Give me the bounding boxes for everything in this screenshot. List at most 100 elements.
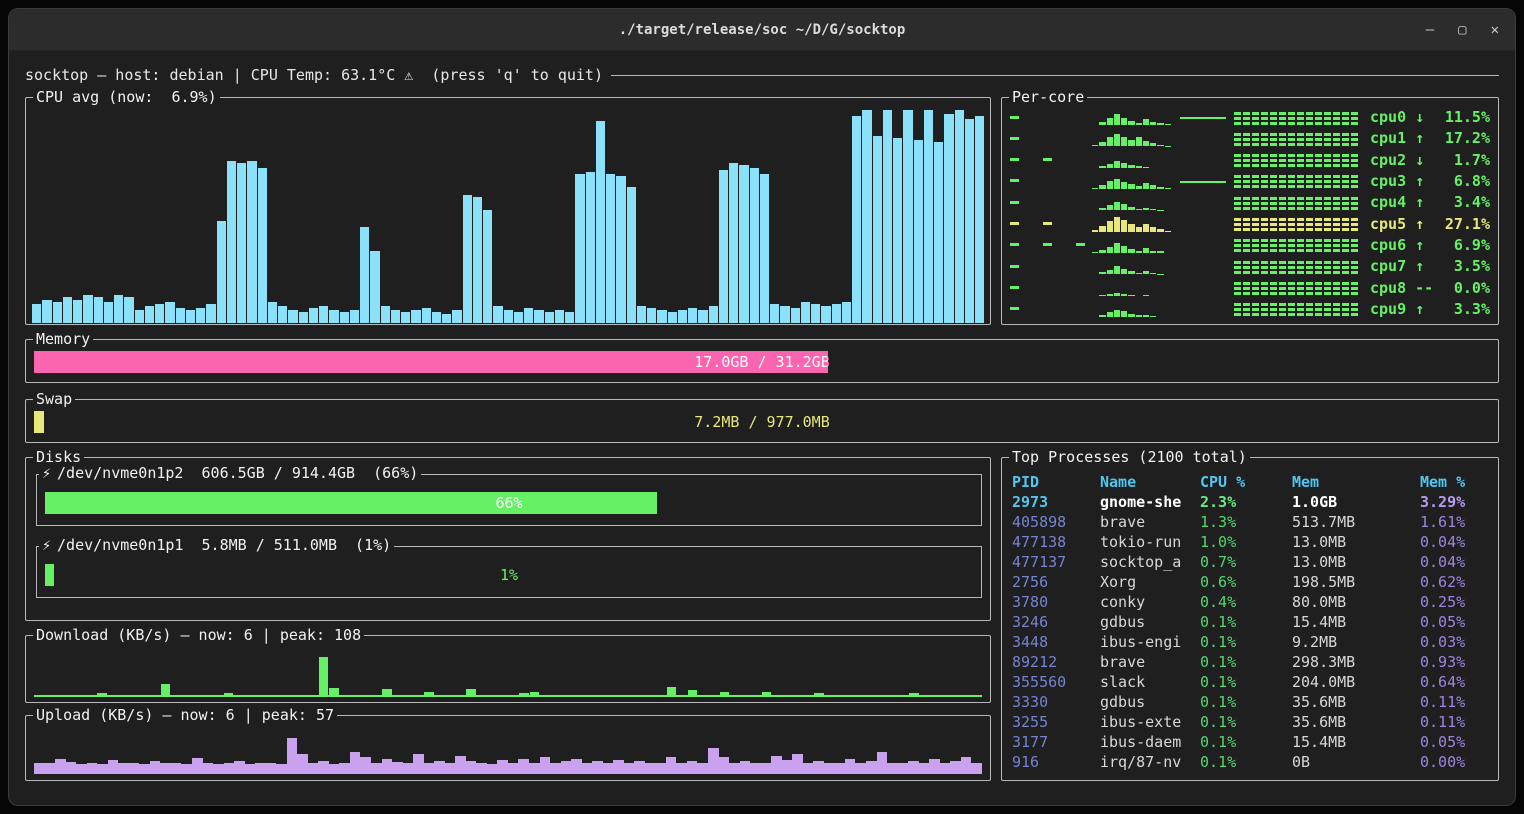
bar <box>613 760 624 774</box>
cell-mem: 80.0MB <box>1292 592 1420 612</box>
core-row-cpu9: cpu9 ↑3.3% <box>1008 300 1490 318</box>
cell-cpu: 1.0% <box>1200 532 1292 552</box>
bar <box>760 174 769 323</box>
bar <box>771 756 782 774</box>
cell-memp: 0.11% <box>1420 692 1492 712</box>
cell-mem: 204.0MB <box>1292 672 1420 692</box>
bar <box>1157 274 1163 275</box>
titlebar[interactable]: ./target/release/soc ~/D/G/socktop – ▢ ✕ <box>9 9 1515 51</box>
window-controls: – ▢ ✕ <box>1426 9 1499 50</box>
bar <box>813 761 824 774</box>
bar <box>206 304 215 323</box>
core-name: cpu2 ↓ <box>1370 151 1424 169</box>
bar <box>145 306 154 323</box>
core-value: 11.5% <box>1445 108 1490 126</box>
bar <box>1157 123 1163 125</box>
close-button[interactable]: ✕ <box>1491 23 1499 37</box>
bar <box>268 302 277 323</box>
core-gap <box>1178 194 1234 210</box>
memory-gauge: 17.0GB / 31.2GB 17.0GB / 31.2GB <box>34 351 1490 373</box>
core-left-marks <box>1008 116 1092 119</box>
bar <box>519 693 529 695</box>
cell-name: tokio-run <box>1100 532 1200 552</box>
bar <box>719 170 728 323</box>
cell-pid: 3255 <box>1012 712 1100 732</box>
bar <box>165 302 174 323</box>
minimize-button[interactable]: – <box>1426 23 1434 37</box>
bar <box>975 116 984 323</box>
bar <box>1150 185 1156 189</box>
column-header-cpu: CPU % <box>1200 472 1292 492</box>
bar <box>493 306 502 323</box>
bar <box>104 302 113 323</box>
bar <box>1099 185 1105 189</box>
bar <box>1136 251 1142 253</box>
bar <box>76 764 87 774</box>
core-row-cpu8: cpu8 --0.0% <box>1008 279 1490 297</box>
bar <box>950 761 961 774</box>
core-value: 6.9% <box>1454 236 1490 254</box>
bar <box>852 116 861 323</box>
bar <box>750 763 761 774</box>
bar <box>634 761 645 774</box>
core-left-marks <box>1008 179 1092 182</box>
maximize-button[interactable]: ▢ <box>1458 23 1466 37</box>
bar <box>329 764 340 774</box>
bar <box>73 300 82 323</box>
bar <box>719 757 730 774</box>
bar <box>1107 312 1113 317</box>
bar <box>150 761 161 774</box>
cpu-avg-title: CPU avg (now: 6.9%) <box>33 87 220 107</box>
bar <box>1092 252 1098 253</box>
core-sparkline <box>1092 301 1178 317</box>
upload-title: Upload (KB/s) — now: 6 | peak: 57 <box>33 705 337 725</box>
dash-mark <box>1010 201 1019 204</box>
process-row: 3448ibus-engi0.1%9.2MB0.03% <box>1012 632 1492 652</box>
core-name: cpu7 ↑ <box>1370 257 1424 275</box>
dash-mark <box>1010 307 1019 310</box>
bar <box>530 692 540 695</box>
bar <box>139 764 150 774</box>
bar <box>770 304 779 323</box>
core-row-cpu4: cpu4 ↑ 3.4% <box>1008 193 1490 211</box>
bar <box>524 308 533 323</box>
dash-mark <box>1076 243 1085 246</box>
core-value: 3.4% <box>1454 193 1490 211</box>
disk-icon: ⚡ <box>42 536 51 554</box>
cell-mem: 9.2MB <box>1292 632 1420 652</box>
bar <box>135 310 144 323</box>
bar <box>678 310 687 323</box>
bar <box>1165 188 1171 189</box>
bar <box>129 763 140 774</box>
bar <box>1107 181 1113 189</box>
core-name: cpu3 ↑ <box>1370 172 1424 190</box>
bar <box>919 763 930 774</box>
bar <box>319 657 329 695</box>
bar <box>94 297 103 323</box>
bar <box>1114 114 1120 125</box>
bar <box>360 227 369 323</box>
bar <box>224 763 235 774</box>
cell-memp: 0.25% <box>1420 592 1492 612</box>
bar <box>592 761 603 774</box>
cell-pid: 405898 <box>1012 512 1100 532</box>
process-row: 89212brave0.1%298.3MB0.93% <box>1012 652 1492 672</box>
core-left-marks <box>1008 137 1092 140</box>
bar <box>1136 186 1142 189</box>
bar <box>676 763 687 774</box>
cell-cpu: 0.1% <box>1200 652 1292 672</box>
core-name: cpu4 ↑ <box>1370 193 1424 211</box>
bar <box>401 312 410 323</box>
core-label: cpu0 ↓11.5% <box>1358 108 1490 126</box>
cell-cpu: 0.1% <box>1200 732 1292 752</box>
bar <box>1121 294 1127 296</box>
cell-cpu: 1.3% <box>1200 512 1292 532</box>
core-gap <box>1178 109 1234 125</box>
cell-name: brave <box>1100 512 1200 532</box>
bar <box>1128 314 1134 317</box>
bar <box>729 163 738 323</box>
core-left-marks <box>1008 158 1092 161</box>
cell-mem: 15.4MB <box>1292 732 1420 752</box>
bar <box>697 763 708 774</box>
bar <box>83 295 92 323</box>
